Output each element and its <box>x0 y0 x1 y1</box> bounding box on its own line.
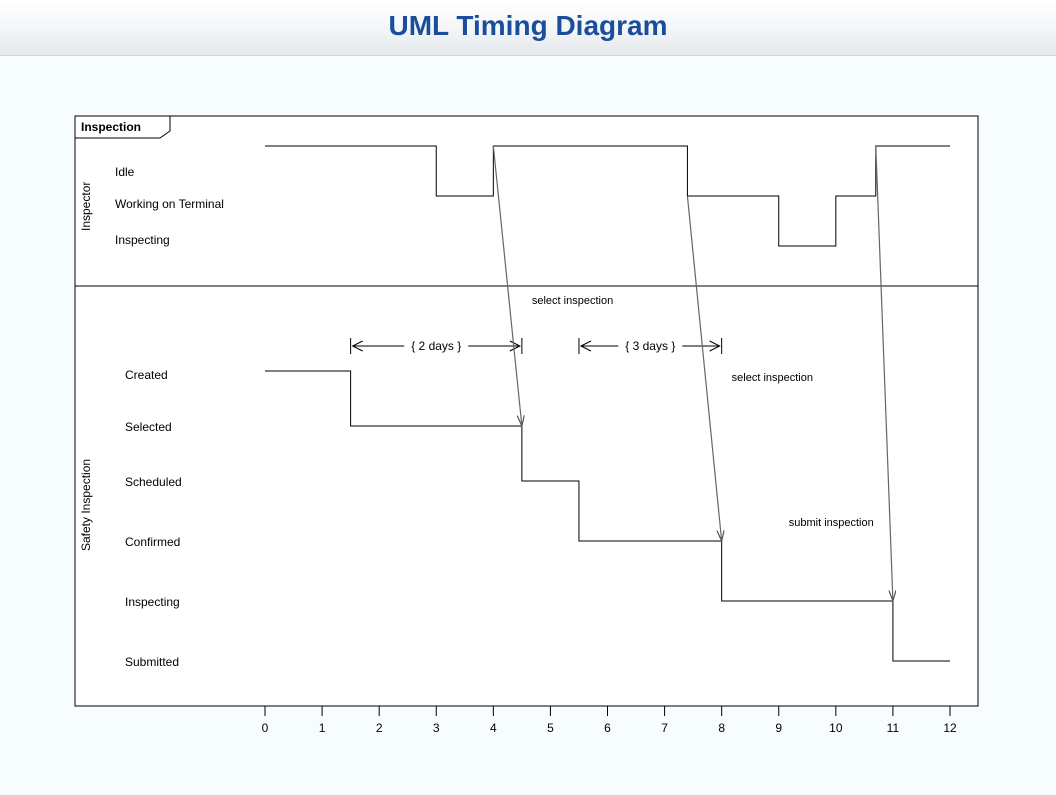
state-label-selected: Selected <box>125 420 172 434</box>
time-tick-label: 3 <box>433 721 440 735</box>
state-label-scheduled: Scheduled <box>125 475 182 489</box>
time-tick-label: 11 <box>887 721 900 735</box>
time-tick-label: 12 <box>943 721 957 735</box>
message-label: select inspection <box>532 295 613 307</box>
frame-label: Inspection <box>81 120 141 134</box>
constraint-label: { 3 days } <box>625 339 675 353</box>
page-title: UML Timing Diagram <box>0 0 1056 42</box>
constraint-label: { 2 days } <box>411 339 461 353</box>
time-tick-label: 10 <box>829 721 843 735</box>
state-label-idle: Idle <box>115 165 135 179</box>
time-tick-label: 5 <box>547 721 554 735</box>
message-label: select inspection <box>732 372 813 384</box>
time-tick-label: 2 <box>376 721 383 735</box>
time-tick-label: 0 <box>262 721 269 735</box>
time-tick-label: 7 <box>661 721 668 735</box>
state-label-created: Created <box>125 368 168 382</box>
time-tick-label: 9 <box>775 721 782 735</box>
time-tick-label: 8 <box>718 721 725 735</box>
time-tick-label: 4 <box>490 721 497 735</box>
lifeline-name-safety: Safety Inspection <box>79 459 93 551</box>
state-label-submitted: Submitted <box>125 655 179 669</box>
timing-diagram: Inspection Inspector Safety Inspection Idle… <box>0 56 1056 795</box>
message-label: submit inspection <box>789 517 874 529</box>
time-tick-label: 6 <box>604 721 611 735</box>
state-label-confirmed: Confirmed <box>125 535 180 549</box>
page-header: UML Timing Diagram <box>0 0 1056 56</box>
state-label-inspecting2: Inspecting <box>125 595 180 609</box>
diagram-canvas: Inspection Inspector Safety Inspection Idle… <box>0 56 1056 795</box>
time-tick-label: 1 <box>319 721 326 735</box>
state-label-inspecting: Inspecting <box>115 233 170 247</box>
state-label-working: Working on Terminal <box>115 197 224 211</box>
lifeline-name-inspector: Inspector <box>79 182 93 231</box>
